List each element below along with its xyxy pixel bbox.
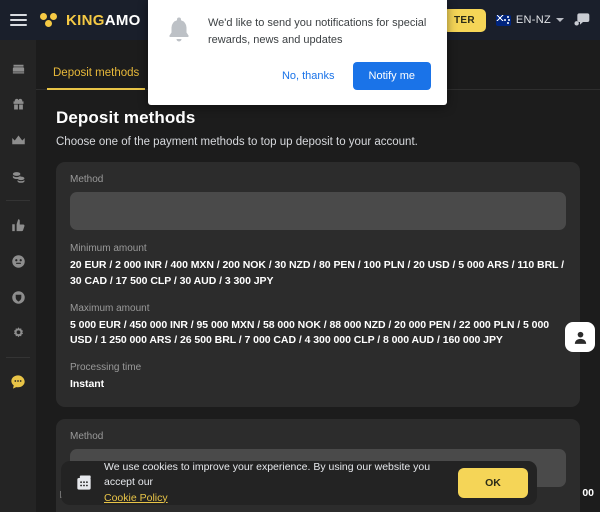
tab-deposit-methods[interactable]: Deposit methods: [47, 67, 146, 90]
sidebar-item-support[interactable]: [0, 364, 36, 400]
deposit-method-card: Method Minimum amount 20 EUR / 2 000 INR…: [56, 162, 580, 407]
sidebar-item-vip[interactable]: [0, 122, 36, 158]
logo-text: KINGAMO: [66, 12, 141, 29]
site-logo[interactable]: KINGAMO: [40, 12, 141, 29]
avatar[interactable]: [565, 322, 595, 352]
sidebar-item-favorites[interactable]: [0, 207, 36, 243]
logo-text-king: KING: [66, 11, 105, 29]
sidebar-item-live[interactable]: [0, 243, 36, 279]
sidebar-divider: [6, 200, 30, 201]
crown-icon: [11, 135, 25, 144]
hamburger-icon[interactable]: [0, 0, 36, 40]
page-subtitle: Choose one of the payment methods to top…: [56, 136, 418, 148]
minimum-amount-label: Minimum amount: [70, 243, 147, 254]
main-content: Deposit methods Deposit methods Choose o…: [36, 40, 600, 512]
notification-dialog-body: We'd like to send you notifications for …: [164, 13, 431, 50]
logo-text-amo: AMO: [104, 11, 141, 29]
cookie-policy-link[interactable]: Cookie Policy: [104, 492, 168, 504]
obscured-right-fragment: 00: [582, 487, 594, 499]
cookie-ok-button[interactable]: OK: [458, 468, 528, 498]
sidebar-item-casino[interactable]: [0, 50, 36, 86]
cookie-icon: [77, 475, 91, 490]
method-label: Method: [70, 430, 104, 442]
thumbs-up-icon: [11, 218, 24, 231]
notification-message: We'd like to send you notifications for …: [208, 17, 427, 46]
deposit-method-list: Method Minimum amount 20 EUR / 2 000 INR…: [36, 148, 600, 512]
left-sidebar: [0, 40, 36, 512]
cookie-message: We use cookies to improve your experienc…: [104, 461, 431, 489]
bell-icon: [164, 15, 194, 50]
processing-time-label: Processing time: [70, 362, 142, 373]
gear-icon: [13, 326, 23, 337]
logo-mark-icon: [40, 12, 60, 28]
app-root: KINGAMO TER EN-NZ Deposit methods Deposi…: [0, 0, 600, 512]
language-label: EN-NZ: [515, 14, 551, 26]
language-selector[interactable]: EN-NZ: [495, 14, 564, 26]
sidebar-divider: [6, 357, 30, 358]
header-actions: TER EN-NZ: [442, 0, 600, 40]
maximum-amount-value: 5 000 EUR / 450 000 INR / 95 000 MXN / 5…: [70, 318, 550, 347]
notify-me-button[interactable]: Notify me: [352, 62, 431, 90]
method-select[interactable]: [70, 192, 566, 230]
minimum-amount-block: Minimum amount 20 EUR / 2 000 INR / 400 …: [70, 243, 566, 290]
method-label: Method: [70, 174, 104, 185]
gift-box-icon: [13, 98, 23, 109]
sidebar-item-jackpots[interactable]: [0, 158, 36, 194]
processing-time-block: Processing time Instant: [70, 362, 566, 393]
person-avatar-icon: [574, 331, 586, 344]
nz-flag-icon: [495, 14, 511, 26]
no-thanks-button[interactable]: No, thanks: [272, 63, 345, 89]
notification-dialog-actions: No, thanks Notify me: [164, 62, 431, 90]
coins-icon: [12, 171, 24, 183]
chat-bubble-icon: [11, 375, 25, 389]
casino-table-icon: [12, 64, 24, 73]
cookie-banner: We use cookies to improve your experienc…: [61, 461, 537, 505]
page-title: Deposit methods: [56, 108, 196, 127]
sidebar-item-bonuses[interactable]: [0, 86, 36, 122]
shield-icon: [11, 290, 25, 304]
sidebar-item-security[interactable]: [0, 279, 36, 315]
maximum-amount-block: Maximum amount 5 000 EUR / 450 000 INR /…: [70, 303, 566, 350]
minimum-amount-value: 20 EUR / 2 000 INR / 400 MXN / 200 NOK /…: [70, 259, 565, 287]
notification-permission-dialog: We'd like to send you notifications for …: [148, 0, 447, 105]
chevron-down-icon: [556, 18, 564, 22]
smiley-face-icon: [11, 254, 25, 268]
sidebar-item-settings[interactable]: [0, 315, 36, 351]
maximum-amount-label: Maximum amount: [70, 302, 150, 314]
cookie-text: We use cookies to improve your experienc…: [104, 460, 448, 506]
processing-time-value: Instant: [70, 378, 105, 390]
chat-bubble-icon[interactable]: [574, 12, 590, 28]
register-button[interactable]: TER: [442, 8, 486, 32]
